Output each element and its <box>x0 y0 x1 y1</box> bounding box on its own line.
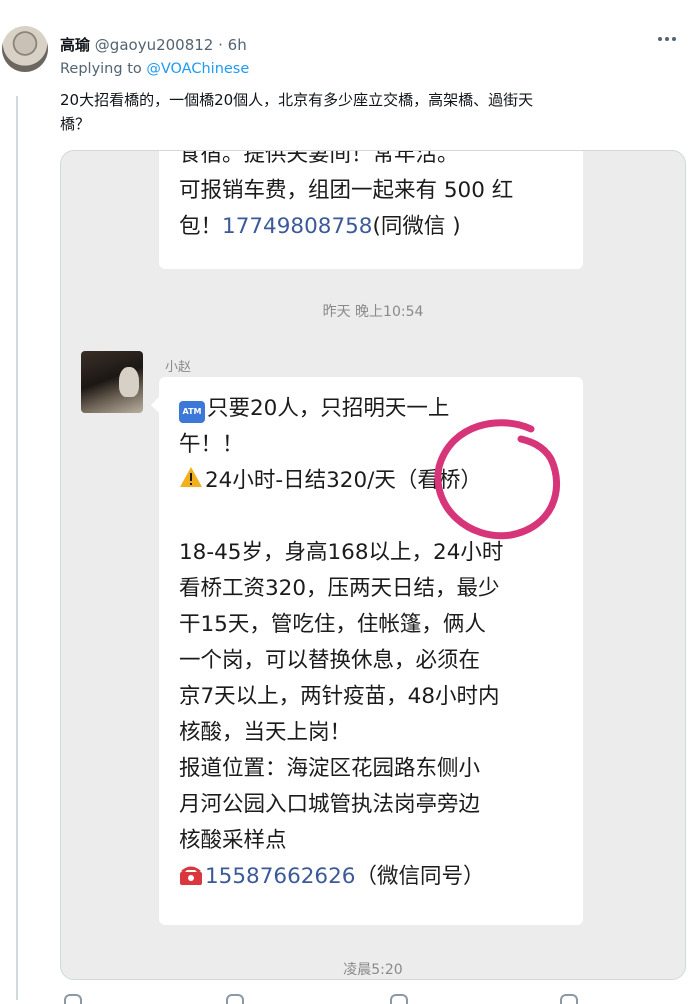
message1-suffix: (同微信 ) <box>372 214 461 239</box>
message1-phone: 17749808758 <box>222 214 373 239</box>
chat-bubble-1: 食宿。提供夫妻间！常年活。 可报销车费，组团一起来有 500 红 包！17749… <box>159 150 583 269</box>
atm-icon: ATM <box>179 401 205 423</box>
header-separator: · <box>213 36 228 54</box>
more-icon[interactable] <box>658 33 680 45</box>
message2-line-1-text: 只要20人，只招明天一上 <box>207 396 450 421</box>
warning-icon <box>180 467 202 487</box>
message2-line-7: 一个岗，可以替换休息，必须在 <box>179 648 481 673</box>
like-icon[interactable] <box>390 994 408 1004</box>
chat-timestamp-2: 凌晨5:20 <box>343 962 403 978</box>
tweet-action-bar <box>60 990 620 1004</box>
avatar[interactable] <box>2 26 48 72</box>
replying-to-prefix: Replying to <box>60 61 147 77</box>
message2-line-5: 看桥工资320，压两天日结，最少 <box>179 576 500 601</box>
tweet-text-line-1: 20大招看橋的，一個橋20個人，北京有多少座立交橋，高架橋、過街天 <box>60 91 534 109</box>
message2-phone-suffix: （微信同号） <box>355 864 485 889</box>
author-handle[interactable]: @gaoyu200812 <box>95 36 214 54</box>
telephone-icon <box>180 866 202 885</box>
message2-phone: 15587662626 <box>205 864 356 889</box>
retweet-icon[interactable] <box>226 994 244 1004</box>
message2-line-6: 干15天，管吃住，住帐篷，俩人 <box>179 612 486 637</box>
tweet-text-line-2: 橋？ <box>60 115 91 133</box>
reply-icon[interactable] <box>64 994 82 1004</box>
message2-line-10: 报道位置：海淀区花园路东侧小 <box>179 756 481 781</box>
message1-line-3: 包！17749808758(同微信 ) <box>179 209 573 245</box>
message1-prefix: 包！ <box>179 214 223 239</box>
tweet-header: 高瑜 @gaoyu200812 · 6h <box>60 34 247 55</box>
message1-line-2: 可报销车费，组团一起来有 500 红 <box>179 178 514 203</box>
tweet-time[interactable]: 6h <box>228 36 247 54</box>
thread-line <box>16 96 18 1000</box>
message1-line-1: 食宿。提供夫妻间！常年活。 <box>179 150 459 167</box>
circle-annotation <box>434 419 561 540</box>
replying-to-link[interactable]: @VOAChinese <box>146 61 249 77</box>
chat-timestamp-1: 昨天 晚上10:54 <box>322 304 424 320</box>
message2-line-9: 核酸，当天上岗！ <box>179 720 352 745</box>
replying-to: Replying to @VOAChinese <box>60 61 249 77</box>
tweet-text: 20大招看橋的，一個橋20個人，北京有多少座立交橋，高架橋、過街天 橋？ <box>60 88 660 136</box>
message2-phone-line: 15587662626（微信同号） <box>179 859 569 895</box>
chat-sender-name: 小赵 <box>165 360 192 375</box>
author-name[interactable]: 高瑜 <box>60 36 90 54</box>
chat-avatar <box>81 351 143 413</box>
media-image[interactable]: 食宿。提供夫妻间！常年活。 可报销车费，组团一起来有 500 红 包！17749… <box>60 150 686 980</box>
share-icon[interactable] <box>560 994 578 1004</box>
message2-line-11: 月河公园入口城管执法岗亭旁边 <box>179 792 481 817</box>
message2-line-8: 京7天以上，两针疫苗，48小时内 <box>179 684 500 709</box>
message2-line-12: 核酸采样点 <box>179 828 287 853</box>
